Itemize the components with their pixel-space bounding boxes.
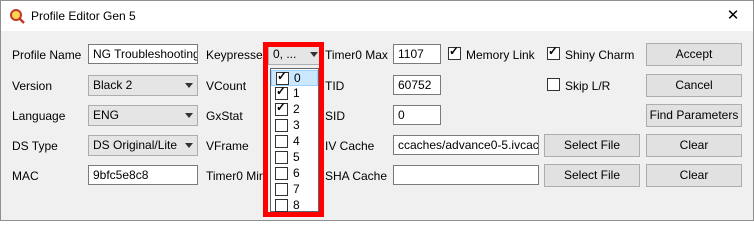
tid-label: TID bbox=[325, 79, 345, 93]
sid-label: SID bbox=[325, 109, 346, 123]
checkmark-icon: ✓ bbox=[548, 44, 559, 58]
cancel-button[interactable]: Cancel bbox=[646, 74, 742, 97]
keypress-option-label: 6 bbox=[293, 166, 300, 180]
keypress-option-label: 3 bbox=[293, 118, 300, 132]
language-label: Language bbox=[12, 109, 66, 123]
keypress-option-checkbox[interactable] bbox=[275, 151, 288, 164]
title-bar: Profile Editor Gen 5 ✕ bbox=[1, 1, 753, 31]
keypress-option-label: 7 bbox=[293, 182, 300, 196]
chevron-down-icon bbox=[310, 52, 318, 57]
keypress-option-checkbox[interactable] bbox=[275, 135, 288, 148]
checkmark-icon: ✓ bbox=[276, 100, 287, 114]
version-value: Black 2 bbox=[93, 78, 133, 92]
close-icon[interactable]: ✕ bbox=[719, 5, 747, 27]
keypresses-value: 0, ... bbox=[273, 47, 297, 61]
language-select[interactable]: ENG bbox=[88, 105, 198, 126]
keypress-option-checkbox[interactable]: ✓ bbox=[275, 84, 288, 100]
clear-iv-button[interactable]: Clear bbox=[646, 134, 742, 157]
gxstat-label: GxStat bbox=[206, 109, 243, 123]
version-label: Version bbox=[12, 79, 53, 93]
ds-type-label: DS Type bbox=[12, 139, 58, 153]
keypress-option[interactable]: 5 bbox=[271, 150, 318, 166]
keypresses-label: Keypresses bbox=[206, 48, 269, 62]
checkmark-icon: ✓ bbox=[449, 44, 460, 58]
keypress-option-checkbox[interactable] bbox=[275, 167, 288, 180]
keypress-option[interactable]: 4 bbox=[271, 134, 318, 150]
shiny-charm-label: Shiny Charm bbox=[565, 48, 635, 62]
sid-input[interactable]: 0 bbox=[393, 105, 441, 125]
keypress-option-label: 0 bbox=[294, 71, 301, 85]
window-title: Profile Editor Gen 5 bbox=[31, 9, 136, 23]
timer0-max-label: Timer0 Max bbox=[325, 48, 388, 62]
keypress-option[interactable]: ✓ 2 bbox=[271, 100, 318, 118]
keypress-option-checkbox[interactable] bbox=[275, 119, 288, 132]
keypress-option-label: 5 bbox=[293, 150, 300, 164]
mac-input[interactable]: 9bfc5e8c8 bbox=[88, 165, 198, 185]
select-file-iv-button[interactable]: Select File bbox=[544, 134, 640, 157]
keypress-option-label: 4 bbox=[293, 134, 300, 148]
keypresses-select[interactable]: 0, ... bbox=[268, 44, 323, 65]
chevron-down-icon bbox=[185, 143, 193, 148]
mac-label: MAC bbox=[12, 169, 39, 183]
profile-editor-window: Profile Editor Gen 5 ✕ Profile Name NG T… bbox=[0, 0, 754, 221]
language-value: ENG bbox=[93, 108, 120, 122]
find-parameters-button[interactable]: Find Parameters bbox=[646, 104, 742, 127]
skip-lr-label: Skip L/R bbox=[565, 79, 611, 93]
timer0-min-label: Timer0 Min bbox=[206, 169, 266, 183]
keypress-option[interactable]: 6 bbox=[271, 166, 318, 182]
checkmark-icon: ✓ bbox=[276, 84, 287, 98]
shiny-charm-checkbox[interactable]: ✓ bbox=[547, 44, 560, 60]
select-file-sha-button[interactable]: Select File bbox=[544, 164, 640, 187]
chevron-down-icon bbox=[185, 83, 193, 88]
keypress-option[interactable]: 3 bbox=[271, 118, 318, 134]
profile-name-label: Profile Name bbox=[12, 48, 82, 62]
keypress-option-checkbox[interactable]: ✓ bbox=[275, 100, 288, 116]
app-magnifier-icon bbox=[10, 9, 25, 24]
iv-cache-input[interactable]: ccaches/advance0-5.ivcache bbox=[393, 135, 539, 155]
keypresses-dropdown-list: ✓ 0 ✓ 1 ✓ 2 3 4 5 6 7 8 bbox=[270, 68, 319, 212]
profile-name-input[interactable]: NG Troubleshooting bbox=[88, 44, 198, 64]
accept-button[interactable]: Accept bbox=[646, 43, 742, 66]
chevron-down-icon bbox=[185, 113, 193, 118]
memory-link-checkbox[interactable]: ✓ bbox=[448, 44, 461, 60]
keypress-option-checkbox[interactable] bbox=[275, 199, 288, 212]
vframe-label: VFrame bbox=[206, 139, 249, 153]
keypress-option-checkbox[interactable] bbox=[275, 183, 288, 196]
keypress-option[interactable]: 7 bbox=[271, 182, 318, 198]
version-select[interactable]: Black 2 bbox=[88, 75, 198, 96]
keypress-option-label: 2 bbox=[293, 102, 300, 116]
checkmark-icon: ✓ bbox=[277, 69, 288, 83]
skip-lr-checkbox[interactable] bbox=[547, 78, 560, 91]
vcount-label: VCount bbox=[206, 79, 247, 93]
ds-type-select[interactable]: DS Original/Lite bbox=[88, 135, 198, 156]
keypress-option-label: 8 bbox=[293, 198, 300, 212]
clear-sha-button[interactable]: Clear bbox=[646, 164, 742, 187]
ds-type-value: DS Original/Lite bbox=[93, 138, 178, 152]
keypress-option[interactable]: 8 bbox=[271, 198, 318, 214]
sha-cache-input[interactable] bbox=[393, 165, 539, 185]
timer0-max-input[interactable]: 1107 bbox=[393, 44, 441, 64]
memory-link-label: Memory Link bbox=[466, 48, 535, 62]
tid-input[interactable]: 60752 bbox=[393, 75, 441, 95]
iv-cache-label: IV Cache bbox=[325, 139, 375, 153]
keypress-option-label: 1 bbox=[293, 86, 300, 100]
sha-cache-label: SHA Cache bbox=[325, 169, 388, 183]
